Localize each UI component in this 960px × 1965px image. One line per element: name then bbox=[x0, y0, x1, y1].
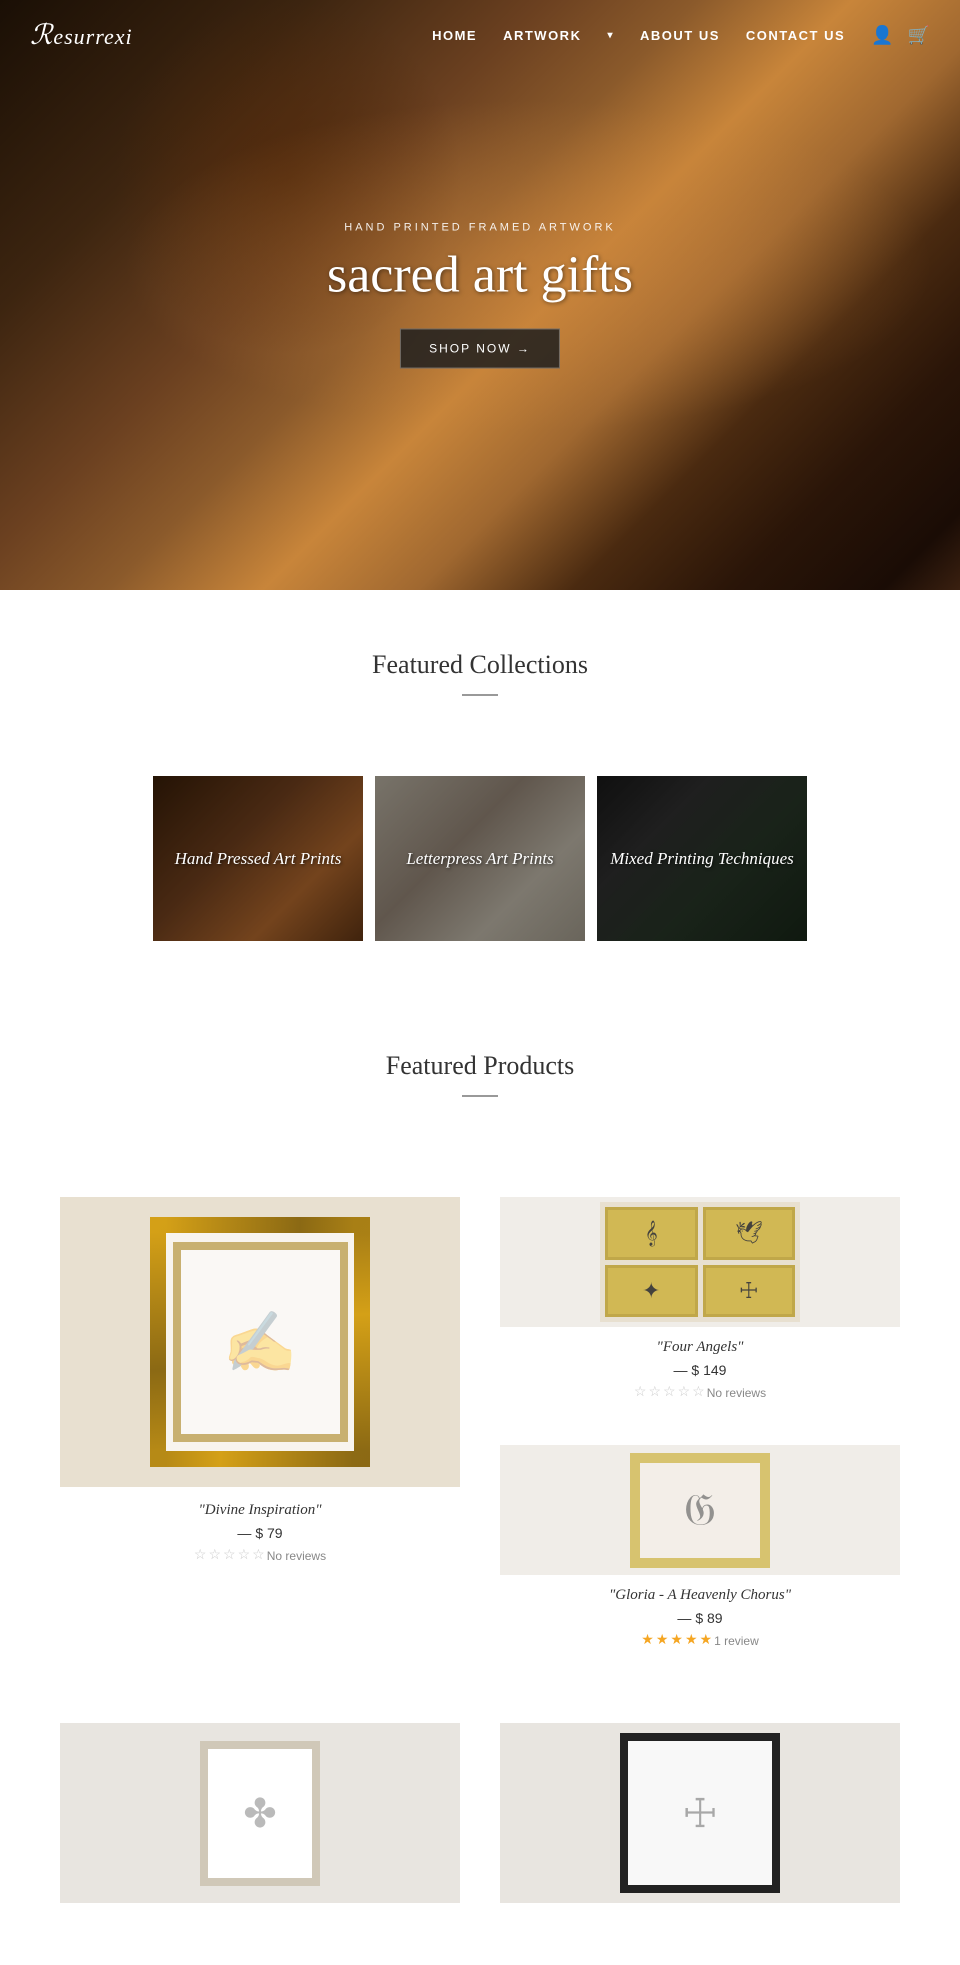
star-g4: ★ bbox=[685, 1632, 698, 1649]
star-g5: ★ bbox=[700, 1632, 713, 1649]
products-title: Featured Products bbox=[30, 1051, 930, 1081]
nav-icons: 👤 🛒 bbox=[871, 25, 930, 46]
nav-home[interactable]: HOME bbox=[432, 28, 477, 43]
star-1: ☆ bbox=[194, 1547, 207, 1564]
hero-section: HAND PRINTED FRAMED ARTWORK sacred art g… bbox=[0, 0, 960, 590]
collection-card-2[interactable]: Letterpress Art Prints bbox=[375, 776, 585, 941]
header: ℛesurrexi HOME ARTWORK ABOUT US CONTACT … bbox=[0, 0, 960, 70]
product-card-gloria[interactable]: 𝔊 "Gloria - A Heavenly Chorus" — $ 89 ★ … bbox=[480, 1425, 920, 1673]
product-name-angels: "Four Angels" bbox=[500, 1339, 900, 1356]
product-stars-angels: ☆ ☆ ☆ ☆ ☆ No reviews bbox=[500, 1384, 900, 1401]
star-a4: ☆ bbox=[678, 1384, 691, 1401]
star-g1: ★ bbox=[641, 1632, 654, 1649]
product-name-gloria: "Gloria - A Heavenly Chorus" bbox=[500, 1587, 900, 1604]
star-a5: ☆ bbox=[692, 1384, 705, 1401]
collection-label-3: Mixed Printing Techniques bbox=[608, 849, 797, 869]
products-divider bbox=[462, 1095, 498, 1097]
collections-grid: Hand Pressed Art Prints Letterpress Art … bbox=[0, 776, 960, 991]
collections-section: Featured Collections bbox=[0, 590, 960, 776]
product-image-gloria: 𝔊 bbox=[500, 1445, 900, 1575]
account-icon[interactable]: 👤 bbox=[871, 25, 893, 46]
collections-title: Featured Collections bbox=[30, 650, 930, 680]
bottom-frame-left: ✤ bbox=[200, 1741, 320, 1886]
star-g2: ★ bbox=[656, 1632, 669, 1649]
product-col-right: 𝄞 🕊 ✦ ☩ "Four Angels" — $ 149 ☆ ☆ ☆ ☆ ☆ … bbox=[480, 1177, 920, 1673]
star-4: ☆ bbox=[238, 1547, 251, 1564]
product-image-angels: 𝄞 🕊 ✦ ☩ bbox=[500, 1197, 900, 1327]
star-g3: ★ bbox=[670, 1632, 683, 1649]
collections-divider bbox=[462, 694, 498, 696]
products-section: Featured Products bbox=[0, 991, 960, 1177]
product-img-bottom-right: ☩ bbox=[500, 1723, 900, 1903]
logo[interactable]: ℛesurrexi bbox=[30, 18, 133, 52]
collection-card-3[interactable]: Mixed Printing Techniques bbox=[597, 776, 807, 941]
product-card-angels[interactable]: 𝄞 🕊 ✦ ☩ "Four Angels" — $ 149 ☆ ☆ ☆ ☆ ☆ … bbox=[480, 1177, 920, 1425]
product-img-bottom-left: ✤ bbox=[60, 1723, 460, 1903]
product-stars-gloria: ★ ★ ★ ★ ★ 1 review bbox=[500, 1632, 900, 1649]
bottom-frame-right: ☩ bbox=[620, 1733, 780, 1893]
star-a1: ☆ bbox=[634, 1384, 647, 1401]
product-frame-divine: ✍ bbox=[150, 1217, 370, 1467]
hero-text: HAND PRINTED FRAMED ARTWORK sacred art g… bbox=[327, 222, 633, 369]
nav-about[interactable]: ABOUT US bbox=[640, 28, 720, 43]
product-image-divine: ✍ bbox=[60, 1197, 460, 1487]
collection-label-2: Letterpress Art Prints bbox=[386, 849, 575, 869]
navigation: HOME ARTWORK ABOUT US CONTACT US 👤 🛒 bbox=[432, 25, 930, 46]
product-reviews-divine: No reviews bbox=[267, 1549, 326, 1563]
star-a3: ☆ bbox=[663, 1384, 676, 1401]
product-price-angels: — $ 149 bbox=[500, 1362, 900, 1378]
collection-label-1: Hand Pressed Art Prints bbox=[164, 849, 353, 869]
hero-title: sacred art gifts bbox=[327, 246, 633, 305]
product-frame-inner-divine: ✍ bbox=[173, 1242, 348, 1442]
hero-subtitle: HAND PRINTED FRAMED ARTWORK bbox=[327, 222, 633, 234]
collection-card-1[interactable]: Hand Pressed Art Prints bbox=[153, 776, 363, 941]
nav-artwork[interactable]: ARTWORK bbox=[503, 28, 614, 43]
product-price-divine: — $ 79 bbox=[60, 1525, 460, 1541]
star-5: ☆ bbox=[252, 1547, 265, 1564]
shop-now-button[interactable]: SHOP NOW bbox=[400, 329, 560, 369]
products-bottom: ✤ ☩ bbox=[0, 1713, 960, 1965]
star-2: ☆ bbox=[208, 1547, 221, 1564]
nav-contact[interactable]: CONTACT US bbox=[746, 28, 845, 43]
product-name-divine: "Divine Inspiration" bbox=[60, 1502, 460, 1519]
product-bottom-right[interactable]: ☩ bbox=[480, 1713, 920, 1925]
star-a2: ☆ bbox=[648, 1384, 661, 1401]
product-card-divine[interactable]: ✍ "Divine Inspiration" — $ 79 ☆ ☆ ☆ ☆ ☆ … bbox=[40, 1177, 480, 1673]
product-reviews-gloria: 1 review bbox=[714, 1634, 759, 1648]
product-art-divine: ✍ bbox=[223, 1307, 298, 1378]
cart-icon[interactable]: 🛒 bbox=[908, 25, 930, 46]
product-price-gloria: — $ 89 bbox=[500, 1610, 900, 1626]
products-grid: ✍ "Divine Inspiration" — $ 79 ☆ ☆ ☆ ☆ ☆ … bbox=[0, 1177, 960, 1713]
product-bottom-left[interactable]: ✤ bbox=[40, 1713, 480, 1925]
product-stars-divine: ☆ ☆ ☆ ☆ ☆ No reviews bbox=[60, 1547, 460, 1564]
product-reviews-angels: No reviews bbox=[707, 1386, 766, 1400]
star-3: ☆ bbox=[223, 1547, 236, 1564]
